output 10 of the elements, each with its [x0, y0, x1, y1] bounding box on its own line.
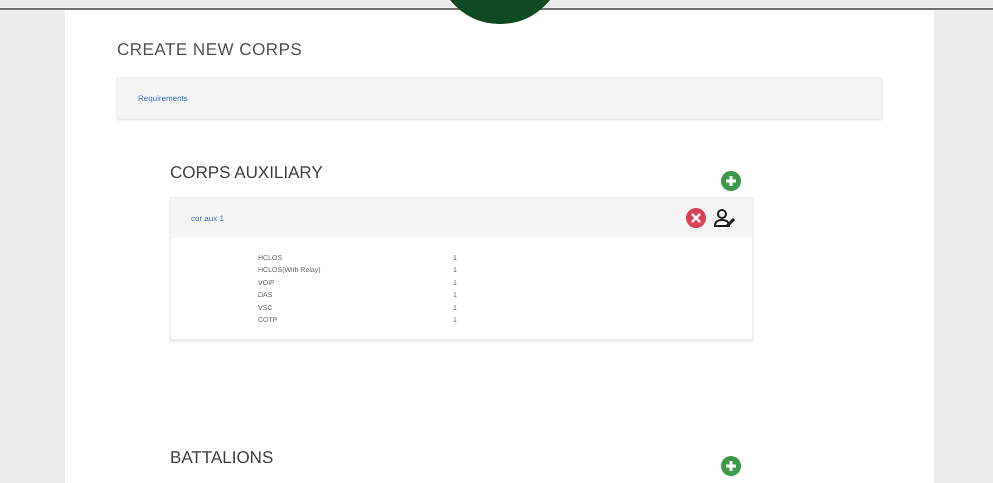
edit-user-button[interactable] — [714, 208, 736, 228]
logo-icon — [450, 0, 550, 24]
requirements-link[interactable]: Requirements — [138, 94, 188, 102]
page-title: CREATE NEW CORPS — [117, 40, 304, 60]
delete-button[interactable] — [686, 208, 706, 228]
card-link[interactable]: cor aux 1 — [191, 214, 224, 222]
section-title: CORPS AUXILIARY — [170, 163, 323, 183]
section-title: BATTALIONS — [170, 448, 274, 468]
add-button[interactable] — [721, 456, 741, 476]
add-button[interactable] — [721, 171, 741, 191]
